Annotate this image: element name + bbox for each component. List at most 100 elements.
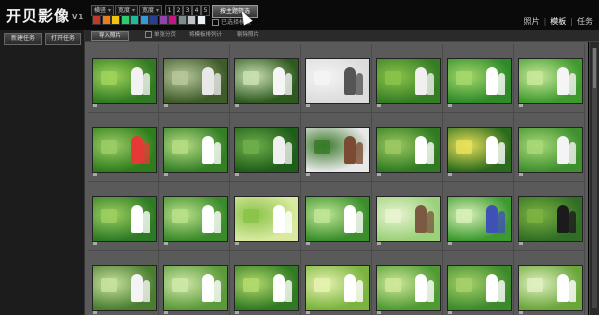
tab-tasks[interactable]: 任务 xyxy=(577,17,593,26)
figure-shape xyxy=(273,136,285,164)
template-thumbnail[interactable] xyxy=(376,58,441,104)
template-thumbnail[interactable] xyxy=(234,196,299,242)
color-swatch[interactable] xyxy=(177,15,187,25)
color-swatch[interactable] xyxy=(168,15,177,25)
figure-shape xyxy=(486,274,498,302)
template-cell[interactable] xyxy=(514,113,585,182)
template-cell[interactable] xyxy=(443,113,514,182)
checkbox-icon[interactable] xyxy=(145,31,152,38)
template-cell[interactable] xyxy=(372,44,443,113)
open-task-button[interactable]: 打开任务 xyxy=(45,33,81,45)
template-cell[interactable] xyxy=(372,113,443,182)
template-cell[interactable] xyxy=(301,251,372,315)
template-cell[interactable] xyxy=(443,251,514,315)
figure-shape xyxy=(498,211,505,233)
template-tag-icon xyxy=(306,173,310,176)
template-thumbnail[interactable] xyxy=(376,127,441,173)
photo-frame xyxy=(101,71,117,85)
template-thumbnail[interactable] xyxy=(234,58,299,104)
template-tag-icon xyxy=(93,173,97,176)
template-cell[interactable] xyxy=(301,44,372,113)
template-thumbnail[interactable] xyxy=(376,265,441,311)
template-thumbnail[interactable] xyxy=(518,58,583,104)
new-task-button[interactable]: 新建任务 xyxy=(4,33,42,45)
color-swatch[interactable] xyxy=(92,15,101,25)
template-thumbnail[interactable] xyxy=(92,196,157,242)
template-thumbnail[interactable] xyxy=(518,265,583,311)
template-tag-icon xyxy=(306,242,310,245)
template-thumbnail[interactable] xyxy=(305,58,370,104)
template-thumbnail[interactable] xyxy=(518,127,583,173)
tab-templates[interactable]: 模板 xyxy=(550,17,566,26)
template-cell[interactable] xyxy=(88,44,159,113)
vertical-scrollbar[interactable] xyxy=(589,42,599,315)
import-photos-button[interactable]: 导入照片 xyxy=(91,31,129,41)
color-swatch[interactable] xyxy=(187,15,196,25)
template-cell[interactable] xyxy=(230,44,301,113)
template-thumbnail[interactable] xyxy=(447,265,512,311)
template-thumbnail[interactable] xyxy=(376,196,441,242)
template-cell[interactable] xyxy=(372,251,443,315)
template-cell[interactable] xyxy=(230,182,301,251)
template-cell[interactable] xyxy=(443,182,514,251)
single-page-label: 单张分页 xyxy=(154,32,177,38)
figure-shape xyxy=(356,280,363,302)
photo-frame xyxy=(314,71,330,85)
color-swatch[interactable] xyxy=(111,15,120,25)
single-page-option[interactable]: 单张分页 xyxy=(145,31,176,40)
figure-shape xyxy=(356,211,363,233)
template-thumbnail[interactable] xyxy=(92,127,157,173)
template-thumbnail[interactable] xyxy=(518,196,583,242)
checkbox-icon[interactable] xyxy=(212,19,219,26)
color-swatch[interactable] xyxy=(149,15,158,25)
color-swatch[interactable] xyxy=(158,15,168,25)
template-cell[interactable] xyxy=(159,44,230,113)
color-swatch[interactable] xyxy=(130,15,139,25)
template-thumbnail[interactable] xyxy=(305,127,370,173)
template-arrange-option[interactable]: 将模板排列计 xyxy=(189,31,222,40)
template-thumbnail[interactable] xyxy=(447,58,512,104)
template-thumbnail[interactable] xyxy=(447,196,512,242)
tab-photos[interactable]: 照片 xyxy=(524,17,540,26)
color-swatch[interactable] xyxy=(139,15,149,25)
remove-photos-option[interactable]: 剔除照片 xyxy=(237,31,259,40)
template-cell[interactable] xyxy=(443,44,514,113)
template-cell[interactable] xyxy=(88,182,159,251)
template-cell[interactable] xyxy=(159,113,230,182)
scrollbar-thumb[interactable] xyxy=(593,48,596,88)
template-thumbnail[interactable] xyxy=(92,58,157,104)
template-thumbnail[interactable] xyxy=(163,127,228,173)
template-thumbnail[interactable] xyxy=(305,265,370,311)
color-swatch[interactable] xyxy=(120,15,130,25)
template-cell[interactable] xyxy=(88,113,159,182)
scrollbar-track[interactable] xyxy=(592,48,597,308)
template-cell[interactable] xyxy=(301,113,372,182)
template-cell[interactable] xyxy=(514,182,585,251)
top-toolbar: 开贝影像 V1 横竖 ▾ 宽度 ▾ 宽度 ▾ 12345 按主题筛选 已选择模板 照片 |… xyxy=(0,0,599,30)
photo-frame xyxy=(385,209,401,223)
template-thumbnail[interactable] xyxy=(163,265,228,311)
figure-shape xyxy=(344,67,356,95)
template-cell[interactable] xyxy=(159,251,230,315)
template-cell[interactable] xyxy=(88,251,159,315)
template-thumbnail[interactable] xyxy=(163,58,228,104)
template-cell[interactable] xyxy=(159,182,230,251)
template-cell[interactable] xyxy=(230,113,301,182)
template-thumbnail[interactable] xyxy=(234,265,299,311)
template-cell[interactable] xyxy=(372,182,443,251)
template-cell[interactable] xyxy=(514,251,585,315)
template-tag-icon xyxy=(519,242,523,245)
figure-shape xyxy=(557,205,569,233)
figure-shape xyxy=(569,280,576,302)
template-thumbnail[interactable] xyxy=(163,196,228,242)
template-thumbnail[interactable] xyxy=(305,196,370,242)
template-thumbnail[interactable] xyxy=(447,127,512,173)
color-swatch[interactable] xyxy=(196,15,206,25)
template-cell[interactable] xyxy=(301,182,372,251)
template-thumbnail[interactable] xyxy=(234,127,299,173)
figure-shape xyxy=(344,136,356,164)
template-cell[interactable] xyxy=(230,251,301,315)
template-cell[interactable] xyxy=(514,44,585,113)
color-swatch[interactable] xyxy=(101,15,111,25)
template-thumbnail[interactable] xyxy=(92,265,157,311)
